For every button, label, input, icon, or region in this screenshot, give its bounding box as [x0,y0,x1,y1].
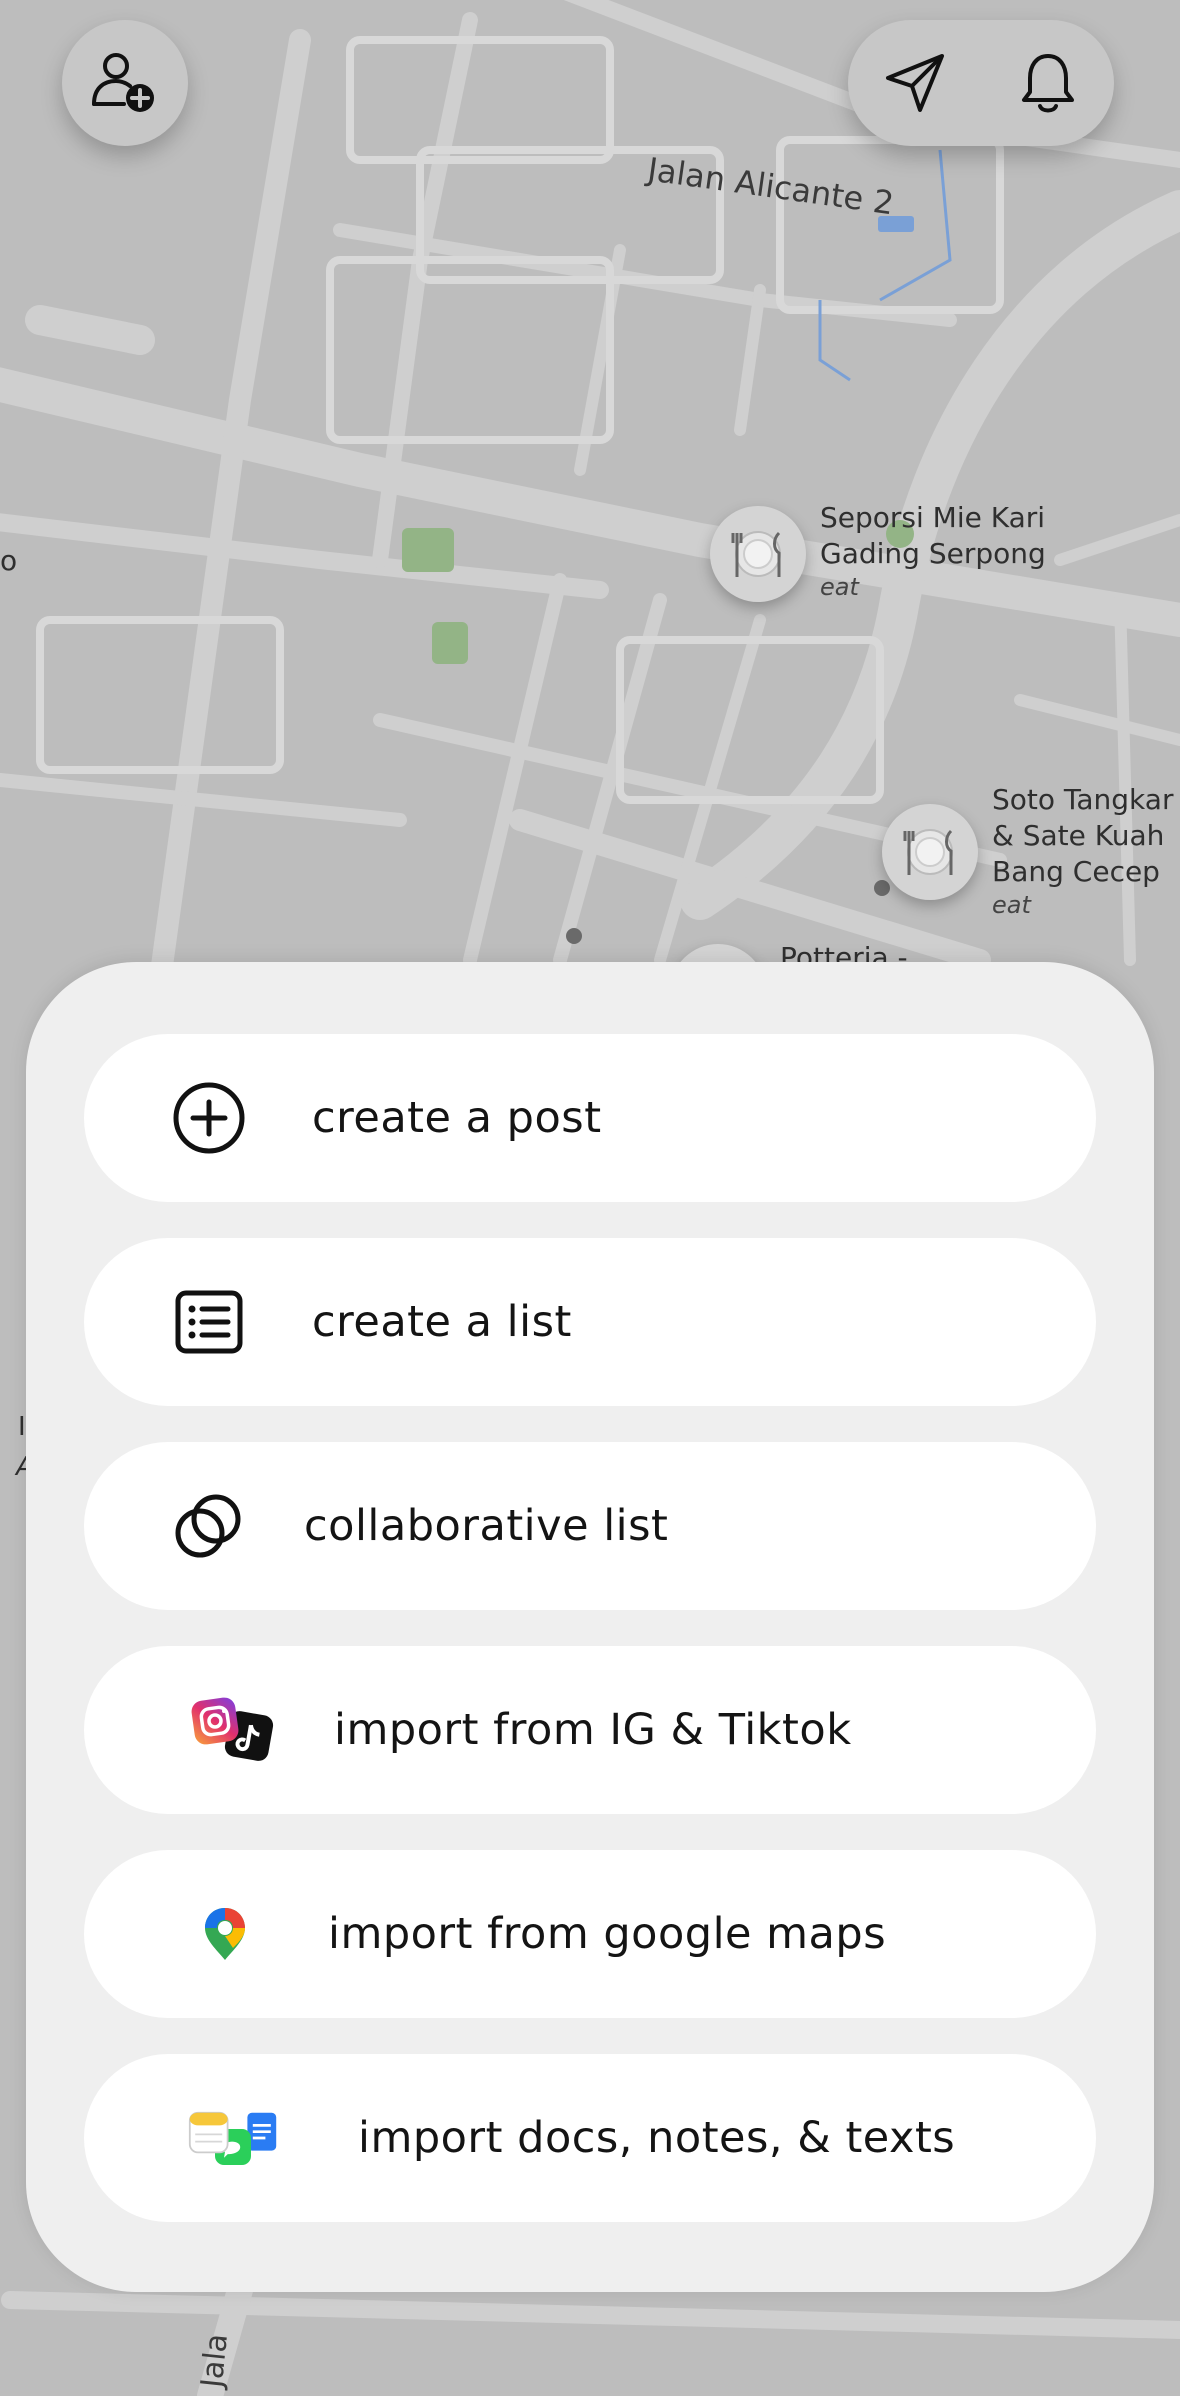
import-ig-tiktok-button[interactable]: import from IG & Tiktok [84,1646,1096,1814]
send-button[interactable] [870,38,960,128]
place-name: Seporsi Mie Kari [820,501,1046,534]
list-icon [175,1290,243,1354]
create-list-button[interactable]: create a list [84,1238,1096,1406]
map-edge-fragment: o [0,544,18,577]
fork-knife-icon [731,531,781,577]
street-label-bottom: Jala [194,2332,236,2390]
docs-notes-messages-icon [188,2111,277,2165]
place-label[interactable]: Seporsi Mie Kari Gading Serpong eat [820,500,1046,602]
plus-circle-icon [173,1082,245,1154]
map-edge-fragment: I [18,1412,26,1442]
place-name: Bang Cecep [992,855,1160,888]
place-category: eat [820,573,859,601]
place-name: & Sate Kuah [992,819,1165,852]
fork-knife-icon [903,829,953,875]
user-plus-icon [92,53,154,112]
bell-icon [1021,54,1074,113]
place-category: eat [992,891,1031,919]
restaurant-pin[interactable] [882,804,978,900]
place-name: Soto Tangkar [992,783,1174,816]
place-name: Gading Serpong [820,537,1046,570]
import-docs-button[interactable]: import docs, notes, & texts [84,2054,1096,2222]
import-ig-tiktok-label: import from IG & Tiktok [334,1705,852,1755]
header-actions [848,20,1114,146]
restaurant-pin[interactable] [710,506,806,602]
create-menu-sheet: create a post create a list collaborativ… [26,962,1154,2292]
create-post-label: create a post [312,1093,602,1143]
collaborative-list-label: collaborative list [304,1501,669,1551]
notifications-button[interactable] [1003,38,1093,128]
import-docs-label: import docs, notes, & texts [358,2113,956,2163]
paper-plane-icon [885,54,944,112]
add-friend-button[interactable] [62,20,188,146]
overlapping-circles-icon [175,1494,241,1558]
create-post-button[interactable]: create a post [84,1034,1096,1202]
import-google-maps-button[interactable]: import from google maps [84,1850,1096,2018]
collaborative-list-button[interactable]: collaborative list [84,1442,1096,1610]
instagram-tiktok-icon [191,1697,274,1761]
create-list-label: create a list [312,1297,572,1347]
import-google-maps-label: import from google maps [328,1909,887,1959]
place-label[interactable]: Soto Tangkar & Sate Kuah Bang Cecep eat [992,782,1173,920]
google-maps-pin-icon [205,1908,245,1960]
